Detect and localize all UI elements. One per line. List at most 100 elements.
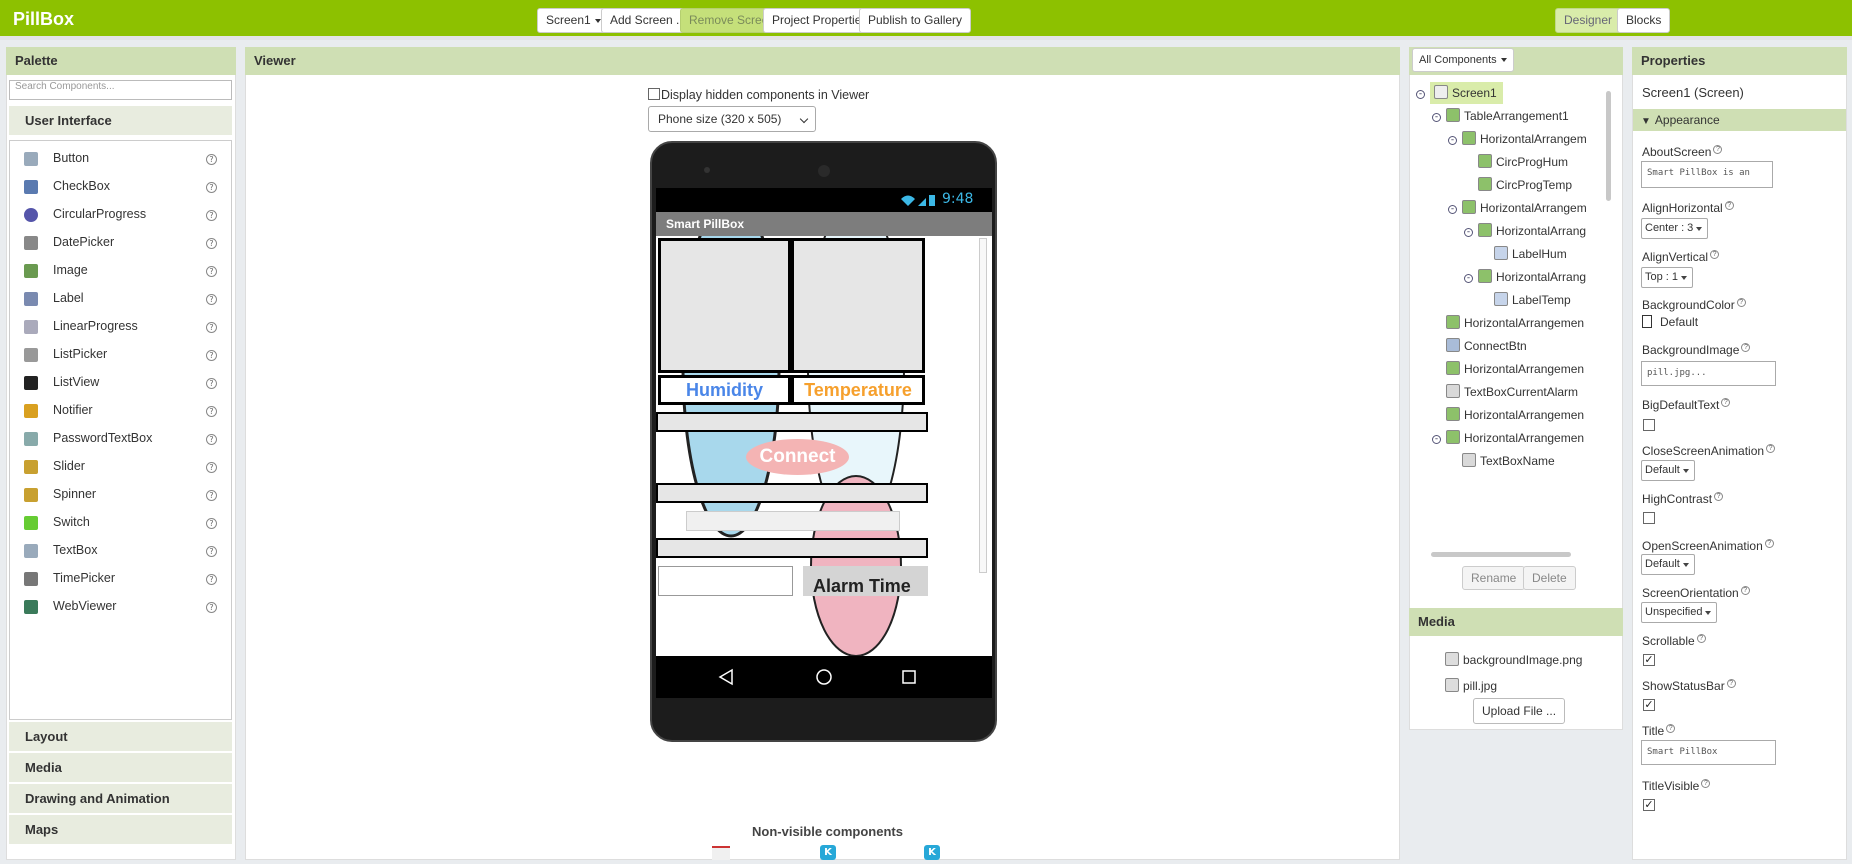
delete-button[interactable]: Delete — [1523, 566, 1576, 590]
tree-node[interactable]: CircProgTemp — [1478, 174, 1572, 196]
help-icon[interactable]: ? — [1736, 298, 1746, 307]
screen-orientation-select[interactable]: Unspecified — [1641, 602, 1718, 623]
help-icon[interactable]: ? — [1766, 444, 1776, 453]
help-icon[interactable]: ? — [206, 574, 217, 585]
help-icon[interactable]: ? — [1696, 634, 1706, 643]
phone-size-select[interactable]: Phone size (320 x 505) — [648, 106, 816, 132]
color-swatch[interactable] — [1642, 315, 1652, 328]
help-icon[interactable]: ? — [1710, 250, 1720, 259]
palette-item-passwordtextbox[interactable]: PasswordTextBox? — [10, 425, 231, 453]
palette-item-linearprogress[interactable]: LinearProgress? — [10, 313, 231, 341]
show-statusbar-checkbox[interactable]: ✓ — [1643, 699, 1655, 711]
help-icon[interactable]: ? — [206, 434, 217, 445]
tree-node[interactable]: CircProgHum — [1478, 151, 1568, 173]
palette-item-image[interactable]: Image? — [10, 257, 231, 285]
tree-node[interactable]: HorizontalArrang — [1478, 220, 1586, 242]
tree-node[interactable]: LabelTemp — [1494, 289, 1571, 311]
media-file[interactable]: backgroundImage.png — [1445, 652, 1582, 667]
tree-node[interactable]: HorizontalArrangem — [1462, 128, 1587, 150]
help-icon[interactable]: ? — [1714, 492, 1724, 501]
designer-button[interactable]: Designer — [1555, 8, 1622, 33]
tree-node[interactable]: ConnectBtn — [1446, 335, 1527, 357]
collapse-toggle-icon[interactable]: - — [1448, 136, 1457, 145]
palette-item-spinner[interactable]: Spinner? — [10, 481, 231, 509]
tree-node[interactable]: HorizontalArrangemen — [1446, 312, 1584, 334]
help-icon[interactable]: ? — [1666, 724, 1676, 733]
palette-item-listview[interactable]: ListView? — [10, 369, 231, 397]
palette-item-notifier[interactable]: Notifier? — [10, 397, 231, 425]
scrollable-checkbox[interactable]: ✓ — [1643, 654, 1655, 666]
palette-item-switch[interactable]: Switch? — [10, 509, 231, 537]
scroll-up-icon[interactable] — [1606, 83, 1612, 89]
scroll-thumb[interactable] — [1606, 91, 1611, 201]
help-icon[interactable]: ? — [206, 518, 217, 529]
rename-button[interactable]: Rename — [1462, 566, 1526, 590]
help-icon[interactable]: ? — [1724, 201, 1734, 210]
help-icon[interactable]: ? — [206, 602, 217, 613]
help-icon[interactable]: ? — [1764, 539, 1774, 548]
appearance-section[interactable]: ▼ Appearance — [1633, 109, 1846, 131]
publish-button[interactable]: Publish to Gallery — [859, 8, 972, 33]
category-drawing-animation[interactable]: Drawing and Animation — [9, 784, 232, 814]
alarm-time-button[interactable]: Alarm Time — [803, 566, 928, 596]
help-icon[interactable]: ? — [206, 154, 217, 165]
big-default-text-checkbox[interactable] — [1643, 419, 1655, 431]
align-vertical-select[interactable]: Top : 1 — [1641, 267, 1694, 288]
name-textbox[interactable] — [658, 566, 793, 596]
extension-icon[interactable]: K — [924, 845, 940, 860]
scrollbar[interactable] — [979, 238, 987, 573]
help-icon[interactable]: ? — [206, 266, 217, 277]
collapse-toggle-icon[interactable]: - — [1432, 435, 1441, 444]
palette-item-label[interactable]: Label? — [10, 285, 231, 313]
bg-color-picker[interactable]: Default — [1642, 315, 1698, 329]
palette-item-datepicker[interactable]: DatePicker? — [10, 229, 231, 257]
tree-horizontal-scrollbar[interactable] — [1419, 550, 1599, 558]
tree-node[interactable]: TextBoxName — [1462, 450, 1555, 472]
collapse-toggle-icon[interactable]: - — [1448, 205, 1457, 214]
collapse-toggle-icon[interactable]: - — [1464, 228, 1473, 237]
tree-node[interactable]: HorizontalArrangemen — [1446, 404, 1584, 426]
collapse-toggle-icon[interactable]: - — [1464, 274, 1473, 283]
collapse-toggle-icon[interactable]: - — [1432, 113, 1441, 122]
open-animation-select[interactable]: Default — [1641, 554, 1695, 575]
close-animation-select[interactable]: Default — [1641, 460, 1695, 481]
media-file[interactable]: pill.jpg — [1445, 678, 1497, 693]
help-icon[interactable]: ? — [206, 350, 217, 361]
help-icon[interactable]: ? — [1740, 586, 1750, 595]
title-field[interactable]: Smart PillBox — [1641, 740, 1776, 765]
align-horizontal-select[interactable]: Center : 3 — [1641, 218, 1709, 239]
search-input[interactable]: Search Components... — [9, 80, 232, 100]
palette-item-slider[interactable]: Slider? — [10, 453, 231, 481]
help-icon[interactable]: ? — [206, 406, 217, 417]
help-icon[interactable]: ? — [206, 182, 217, 193]
help-icon[interactable]: ? — [206, 490, 217, 501]
tree-vertical-scrollbar[interactable] — [1605, 83, 1613, 545]
tree-node[interactable]: TableArrangement1 — [1446, 105, 1569, 127]
upload-file-button[interactable]: Upload File ... — [1473, 698, 1566, 724]
checkbox-box[interactable] — [648, 88, 660, 100]
tree-node[interactable]: Screen1 — [1430, 82, 1503, 104]
all-components-select[interactable]: All Components — [1412, 48, 1514, 72]
current-alarm-textbox[interactable] — [686, 511, 900, 531]
screen-select[interactable]: Screen1 — [537, 8, 610, 33]
tree-node[interactable]: HorizontalArrangemen — [1446, 427, 1584, 449]
bg-image-field[interactable]: pill.jpg... — [1641, 361, 1776, 386]
help-icon[interactable]: ? — [1713, 145, 1723, 154]
blocks-button[interactable]: Blocks — [1617, 8, 1671, 33]
clock-icon[interactable] — [712, 846, 730, 860]
palette-item-listpicker[interactable]: ListPicker? — [10, 341, 231, 369]
tree-node[interactable]: LabelHum — [1494, 243, 1567, 265]
palette-item-circularprogress[interactable]: CircularProgress? — [10, 201, 231, 229]
category-layout[interactable]: Layout — [9, 722, 232, 752]
category-media[interactable]: Media — [9, 753, 232, 783]
palette-item-timepicker[interactable]: TimePicker? — [10, 565, 231, 593]
category-user-interface[interactable]: User Interface — [9, 106, 232, 136]
palette-item-textbox[interactable]: TextBox? — [10, 537, 231, 565]
help-icon[interactable]: ? — [206, 210, 217, 221]
help-icon[interactable]: ? — [206, 546, 217, 557]
help-icon[interactable]: ? — [1726, 679, 1736, 688]
bluetooth-client-icon[interactable]: K — [820, 845, 836, 860]
connect-button[interactable]: Connect — [746, 439, 849, 475]
app-logo[interactable]: PillBox — [13, 9, 74, 30]
help-icon[interactable]: ? — [1701, 779, 1711, 788]
